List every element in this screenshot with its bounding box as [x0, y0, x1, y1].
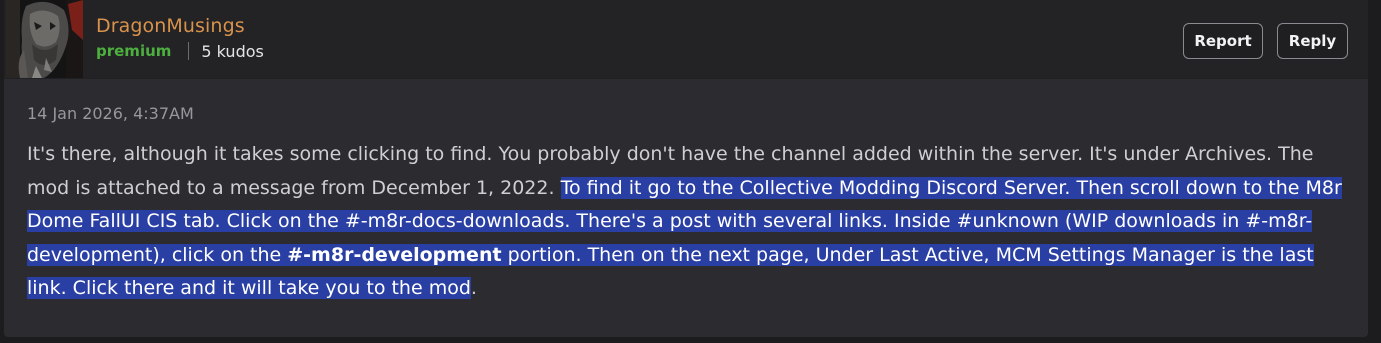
post-header: DragonMusings premium 5 kudos Report Rep… — [4, 0, 1368, 79]
forum-post: DragonMusings premium 5 kudos Report Rep… — [4, 0, 1368, 337]
report-button[interactable]: Report — [1183, 23, 1263, 59]
membership-badge: premium — [96, 42, 172, 60]
post-timestamp: 14 Jan 2026, 4:37AM — [27, 104, 194, 123]
dragon-avatar-image — [6, 0, 83, 78]
body-trailing-text: . — [470, 277, 477, 299]
meta-divider — [188, 42, 190, 60]
author-name[interactable]: DragonMusings — [96, 15, 245, 37]
author-meta: premium 5 kudos — [96, 41, 264, 61]
kudos-count: 5 kudos — [201, 41, 264, 61]
post-body: It's there, although it takes some click… — [27, 138, 1352, 306]
channel-link-bold: #-m8r-development — [287, 243, 502, 266]
avatar[interactable] — [6, 0, 83, 78]
reply-button[interactable]: Reply — [1277, 23, 1348, 59]
